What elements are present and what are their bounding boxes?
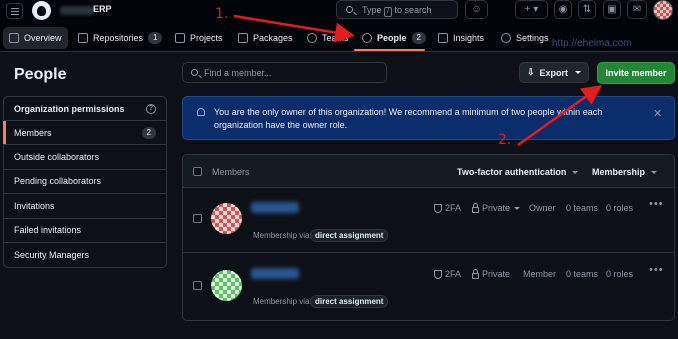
annotation-arrow-2 (517, 85, 603, 147)
annotation-arrow-1 (233, 14, 355, 43)
annotation-arrows (233, 14, 603, 147)
